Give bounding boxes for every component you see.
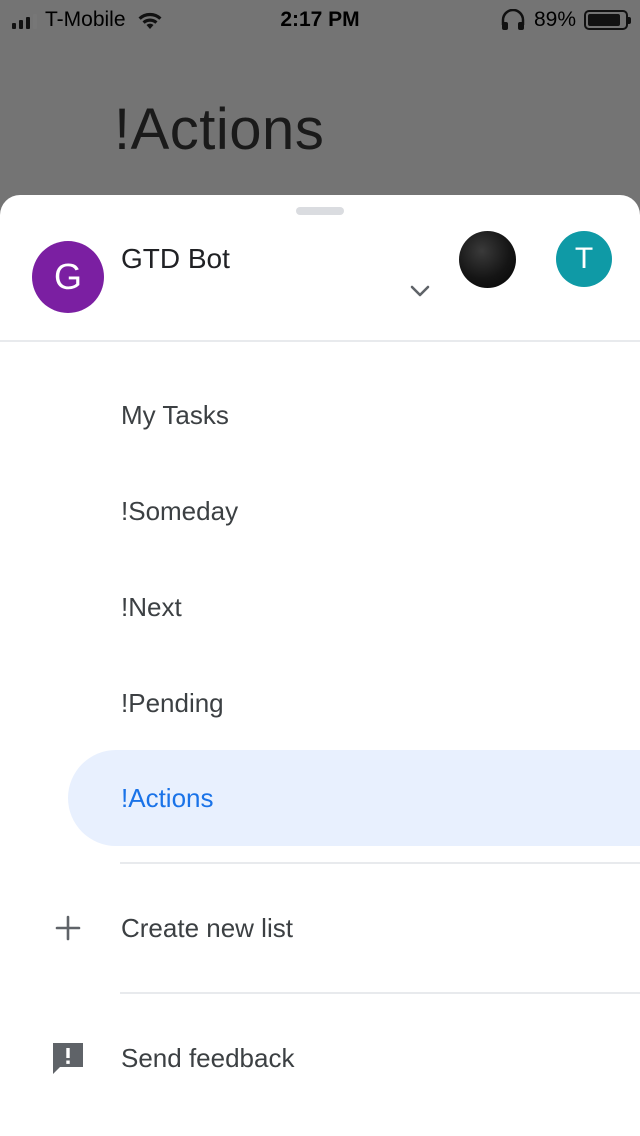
other-account-avatar-t[interactable]: T (556, 231, 612, 287)
divider (120, 862, 640, 864)
other-account-initial: T (574, 242, 594, 275)
chevron-down-icon[interactable] (408, 283, 432, 299)
send-feedback-label: Send feedback (121, 1042, 295, 1073)
list-item-someday[interactable]: !Someday (0, 463, 640, 559)
list-picker-sheet: G GTD Bot T My Tasks !Someday !Next !Pen… (0, 195, 640, 1136)
list-item-label: !Someday (121, 495, 239, 526)
headphones-icon (501, 9, 525, 30)
status-right: 89% (500, 8, 631, 32)
background-page-title: !Actions (114, 97, 325, 162)
feedback-icon (50, 1040, 86, 1076)
send-feedback-button[interactable]: Send feedback (0, 1018, 640, 1098)
divider (120, 992, 640, 994)
battery-fill (588, 14, 621, 26)
list-item-actions-selected[interactable]: !Actions (0, 750, 640, 846)
sheet-drag-handle[interactable] (296, 207, 344, 215)
list-item-label: My Tasks (121, 399, 229, 430)
list-item-label: !Actions (121, 782, 214, 813)
account-avatar-initial: G (53, 256, 82, 297)
status-bar: T-Mobile 2:17 PM 89% (0, 0, 640, 40)
list-item-label: !Pending (121, 687, 224, 718)
list-item-label: !Next (121, 591, 182, 622)
battery-icon (584, 10, 631, 30)
list-item-next[interactable]: !Next (0, 559, 640, 655)
divider (0, 340, 640, 342)
account-avatar[interactable]: G (32, 241, 104, 313)
plus-icon (50, 910, 86, 946)
other-account-avatar[interactable] (459, 231, 516, 288)
list-item-my-tasks[interactable]: My Tasks (0, 367, 640, 463)
create-new-list-button[interactable]: Create new list (0, 888, 640, 968)
list-item-pending[interactable]: !Pending (0, 655, 640, 751)
account-name: GTD Bot (121, 243, 230, 274)
battery-percent: 89% (533, 8, 576, 31)
create-new-list-label: Create new list (121, 912, 293, 943)
